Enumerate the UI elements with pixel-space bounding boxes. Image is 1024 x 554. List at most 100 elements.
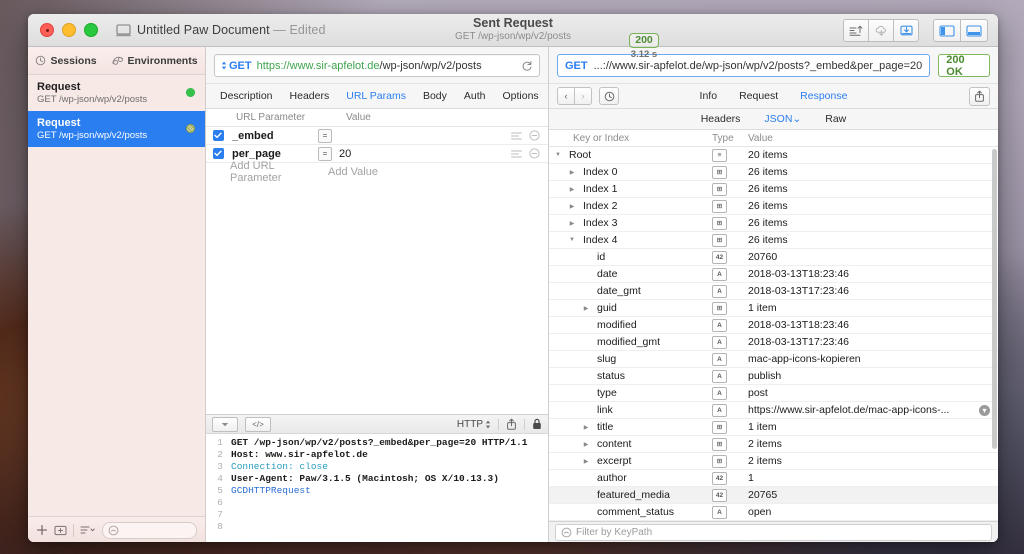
param-operator[interactable]: = bbox=[318, 146, 332, 161]
type-obj-icon: ⊞ bbox=[712, 420, 727, 434]
sidebar-tab-sessions[interactable]: Sessions bbox=[35, 54, 97, 67]
param-name[interactable]: _embed bbox=[230, 130, 318, 142]
triangle-down-icon[interactable]: ▼ bbox=[567, 237, 577, 243]
tree-row[interactable]: ▶ title ⊞ 1 item bbox=[549, 419, 998, 436]
tab-response[interactable]: Response bbox=[800, 90, 847, 102]
triangle-right-icon[interactable]: ▶ bbox=[581, 441, 591, 448]
toggle-bottom-panel-icon[interactable] bbox=[961, 19, 988, 42]
tree-row[interactable]: slug Amac-app-icons-kopieren bbox=[549, 351, 998, 368]
import-icon[interactable] bbox=[894, 19, 919, 42]
triangle-down-icon[interactable]: ▼ bbox=[553, 152, 563, 158]
type-str-icon: A bbox=[712, 267, 727, 281]
sort-icon[interactable] bbox=[80, 525, 96, 535]
type-obj-icon: ⊞ bbox=[712, 165, 727, 179]
tree-row[interactable]: date A 2018-03-13T18:23:46 bbox=[549, 266, 998, 283]
tree-row[interactable]: ▼ Root ≡ 20 items bbox=[549, 147, 998, 164]
tree-row[interactable]: ▶ Index 3 ⊞ 26 items bbox=[549, 215, 998, 232]
table-row[interactable]: _embed = bbox=[206, 127, 548, 145]
request-editor-pane: GET https://www.sir-apfelot.de/wp-json/w… bbox=[206, 47, 549, 542]
tab-auth[interactable]: Auth bbox=[464, 90, 486, 102]
list-item[interactable]: Request GET /wp-json/wp/v2/posts bbox=[28, 75, 205, 111]
send-request-icon[interactable] bbox=[843, 19, 869, 42]
tree-row[interactable]: ▶ guid ⊞ 1 item bbox=[549, 300, 998, 317]
add-param-name-placeholder[interactable]: Add URL Parameter bbox=[230, 160, 328, 184]
request-url-bar[interactable]: GET https://www.sir-apfelot.de/wp-json/w… bbox=[214, 54, 540, 77]
format-headers[interactable]: Headers bbox=[701, 113, 741, 125]
open-link-icon[interactable]: ▾ bbox=[979, 405, 990, 416]
list-item[interactable]: Request GET /wp-json/wp/v2/posts bbox=[28, 111, 205, 147]
tree-row[interactable]: ▶ content ⊞ 2 items bbox=[549, 436, 998, 453]
tree-row[interactable]: type Apost bbox=[549, 385, 998, 402]
remove-row-icon[interactable] bbox=[529, 148, 540, 159]
add-param-row[interactable]: Add URL Parameter Add Value bbox=[206, 160, 548, 184]
tree-row[interactable]: comment_status Aopen bbox=[549, 504, 998, 521]
lock-icon[interactable] bbox=[532, 418, 542, 430]
document-title[interactable]: Untitled Paw Document — Edited bbox=[137, 23, 326, 37]
add-param-value-placeholder[interactable]: Add Value bbox=[328, 166, 378, 178]
triangle-right-icon[interactable]: ▶ bbox=[567, 203, 577, 210]
tree-key-cell: ▶ title bbox=[549, 421, 712, 433]
new-group-icon[interactable] bbox=[54, 524, 67, 536]
tab-options[interactable]: Options bbox=[503, 90, 539, 102]
param-checkbox[interactable] bbox=[206, 130, 230, 141]
tab-headers[interactable]: Headers bbox=[290, 90, 330, 102]
tab-request[interactable]: Request bbox=[739, 90, 778, 102]
tree-row[interactable]: ▶ Index 2 ⊞ 26 items bbox=[549, 198, 998, 215]
response-url-bar[interactable]: GET ...://www.sir-apfelot.de/wp-json/wp/… bbox=[557, 54, 931, 77]
remove-row-icon[interactable] bbox=[529, 130, 540, 141]
sidebar-tab-environments[interactable]: Environments bbox=[112, 55, 198, 67]
collapse-icon[interactable] bbox=[212, 416, 238, 432]
tree-row[interactable]: modified_gmt A 2018-03-13T17:23:46 bbox=[549, 334, 998, 351]
tree-row[interactable]: ▶ Index 1 ⊞ 26 items bbox=[549, 181, 998, 198]
zoom-button[interactable] bbox=[84, 23, 98, 37]
filter-input[interactable]: Filter by KeyPath bbox=[555, 524, 992, 541]
reload-icon[interactable] bbox=[521, 60, 533, 72]
code-view-icon[interactable]: </> bbox=[245, 416, 271, 432]
code-format-selector[interactable]: HTTP bbox=[457, 419, 491, 430]
tree-row[interactable]: link Ahttps://www.sir-apfelot.de/mac-app-… bbox=[549, 402, 998, 419]
tab-description[interactable]: Description bbox=[220, 90, 273, 102]
sidebar-search-input[interactable] bbox=[102, 521, 197, 539]
param-name[interactable]: per_page bbox=[230, 148, 318, 160]
tree-key-cell: comment_status bbox=[549, 506, 712, 518]
triangle-right-icon[interactable]: ▶ bbox=[567, 186, 577, 193]
sidebar-tab-sessions-label: Sessions bbox=[50, 54, 97, 67]
tree-row[interactable]: date_gmt A 2018-03-13T17:23:46 bbox=[549, 283, 998, 300]
param-value[interactable]: 20 bbox=[332, 148, 511, 160]
triangle-right-icon[interactable]: ▶ bbox=[567, 169, 577, 176]
tree-row[interactable]: ▶ Index 0 ⊞ 26 items bbox=[549, 164, 998, 181]
share-icon[interactable] bbox=[506, 418, 517, 430]
triangle-right-icon[interactable]: ▶ bbox=[567, 220, 577, 227]
minimize-button[interactable] bbox=[62, 23, 76, 37]
http-method-selector[interactable]: GET bbox=[221, 60, 252, 72]
json-tree[interactable]: ▼ Root ≡ 20 items ▶ Index 0 ⊞ 26 items ▶ Index 1 ⊞… bbox=[549, 147, 998, 521]
triangle-right-icon[interactable]: ▶ bbox=[581, 458, 591, 465]
tree-type-cell: 42 bbox=[712, 488, 748, 502]
param-operator[interactable]: = bbox=[318, 128, 332, 143]
tree-row[interactable]: id 42 20760 bbox=[549, 249, 998, 266]
tab-body[interactable]: Body bbox=[423, 90, 447, 102]
format-raw[interactable]: Raw bbox=[825, 113, 846, 125]
tree-row[interactable]: ▶ excerpt ⊞ 2 items bbox=[549, 453, 998, 470]
share-icon[interactable] bbox=[969, 86, 990, 106]
tab-url-params[interactable]: URL Params bbox=[346, 90, 406, 102]
format-json[interactable]: JSON⌄ bbox=[764, 113, 801, 125]
cloud-sync-icon[interactable] bbox=[869, 19, 894, 42]
add-request-button[interactable] bbox=[36, 524, 48, 536]
triangle-right-icon[interactable]: ▶ bbox=[581, 424, 591, 431]
param-checkbox[interactable] bbox=[206, 148, 230, 159]
tree-key-label: featured_media bbox=[597, 489, 670, 501]
tree-row[interactable]: modified A 2018-03-13T18:23:46 bbox=[549, 317, 998, 334]
reorder-icon[interactable] bbox=[511, 150, 522, 158]
vertical-scrollbar[interactable] bbox=[992, 149, 997, 449]
close-button[interactable] bbox=[40, 23, 54, 37]
tree-row[interactable]: author 42 1 bbox=[549, 470, 998, 487]
triangle-right-icon[interactable]: ▶ bbox=[581, 305, 591, 312]
toggle-sidebar-icon[interactable] bbox=[933, 19, 961, 42]
tree-row[interactable]: featured_media 42 20765 bbox=[549, 487, 998, 504]
tree-row[interactable]: status Apublish bbox=[549, 368, 998, 385]
tree-row[interactable]: ▼ Index 4 ⊞ 26 items bbox=[549, 232, 998, 249]
code-content[interactable]: 12345678 GET /wp-json/wp/v2/posts?_embed… bbox=[206, 434, 548, 542]
reorder-icon[interactable] bbox=[511, 132, 522, 140]
tab-info[interactable]: Info bbox=[700, 90, 718, 102]
